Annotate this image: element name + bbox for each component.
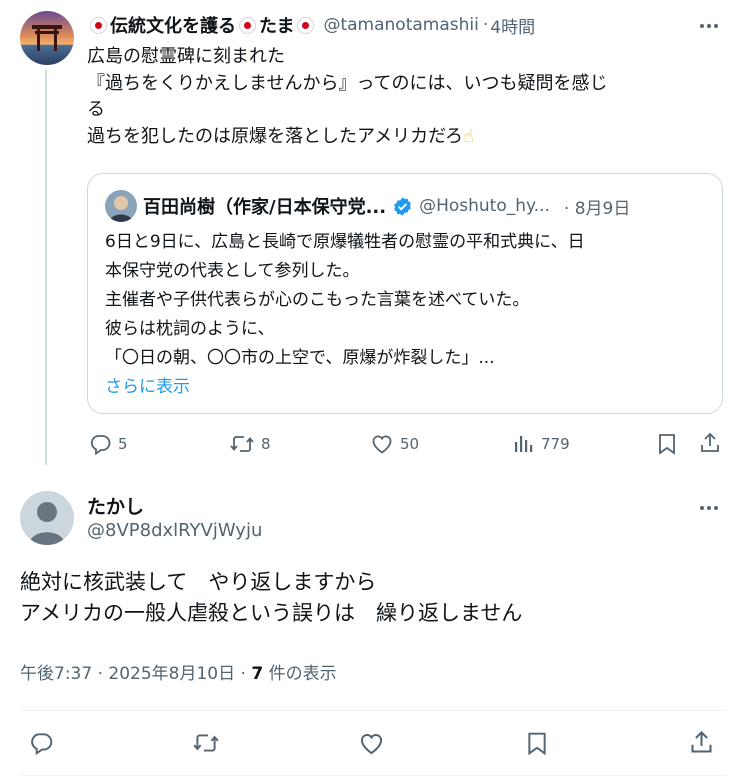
reply-view-count: 7 [251,664,264,684]
like-count: 50 [400,435,420,453]
tweet-text-line: る [87,99,105,120]
quote-date[interactable]: · 8月9日 [564,194,630,219]
repost-button[interactable]: 8 [229,432,271,456]
reply-time[interactable]: 午後7:37 [20,664,92,684]
parent-time[interactable]: 4時間 [490,13,535,38]
quote-text-line: 彼らは枕詞のように、 [105,319,275,339]
reply-handle[interactable]: @8VP8dxlRYVjWyju [87,520,262,541]
pointing-up-emoji: ☝ [463,125,474,147]
reply-date[interactable]: 2025年8月10日 [108,664,235,684]
reply-tweet-text: 絶対に核武装して やり返しますからアメリカの一般人虐殺という誤りは 繰り返しませ… [20,567,522,629]
reply-icon [88,432,112,456]
tweet-text-line: 絶対に核武装して やり返しますから [20,570,377,594]
views-icon [513,432,535,456]
divider [20,710,726,711]
parent-header: 伝統文化を護る たま @tamanotamashii · 4時間 [87,12,535,38]
reply-display-name[interactable]: たかし [87,492,144,519]
parent-avatar[interactable] [20,11,74,65]
tweet-text-line: アメリカの一般人虐殺という誤りは 繰り返しません [20,601,523,625]
tweet-text-line: 過ちを犯したのは原爆を落としたアメリカだろ [87,125,464,147]
parent-tweet-text: 広島の慰霊碑に刻まれた 『過ちをくりかえしませんから』ってのには、いつも疑問を感… [87,44,717,150]
tweet-text-line: 広島の慰霊碑に刻まれた [87,46,285,67]
views-button[interactable]: 779 [513,432,570,456]
share-icon[interactable] [688,729,715,756]
quote-text-line: 6日と9日に、広島と長崎で原爆犠牲者の慰霊の平和式典に、日 [105,232,585,252]
tweet-text-line-with-emoji: 過ちを犯したのは原爆を落としたアメリカだろ☝ [87,124,717,151]
reply-meta: 午後7:37 · 2025年8月10日 · 7 件の表示 [20,664,337,684]
reply-view-label: 件の表示 [268,664,337,684]
separator-dot: · [482,15,489,35]
divider [20,775,726,776]
repost-icon [229,432,255,456]
japan-flag-icon [239,16,256,34]
like-icon [370,432,394,456]
view-count: 779 [541,435,570,453]
more-icon[interactable] [697,496,721,520]
repost-count: 8 [261,435,271,453]
repost-icon[interactable] [192,730,220,756]
quote-text-line: 本保守党の代表として参列した。 [105,261,360,281]
quote-handle[interactable]: @Hoshuto_hy... [419,196,550,216]
show-more-link[interactable]: さらに表示 [105,373,715,402]
quote-header: 百田尚樹（作家/日本保守党... @Hoshuto_hy... · 8月9日 [143,192,630,220]
quote-avatar[interactable] [105,190,137,222]
japan-flag-icon [90,16,107,34]
reply-icon[interactable] [28,730,54,756]
quoted-tweet-card[interactable]: 百田尚樹（作家/日本保守党... @Hoshuto_hy... · 8月9日 6… [87,173,723,414]
verified-icon [392,196,413,217]
reply-button[interactable]: 5 [88,432,128,456]
quote-date-value: 8月9日 [574,198,631,219]
bookmark-icon[interactable] [525,730,549,757]
reply-count: 5 [118,435,128,453]
parent-display-name[interactable]: 伝統文化を護る [110,12,236,38]
parent-handle[interactable]: @tamanotamashii [323,15,478,35]
reply-avatar[interactable] [20,491,74,545]
tweet-text-line: 『過ちをくりかえしませんから』ってのには、いつも疑問を感じ [87,72,608,94]
bookmark-icon[interactable] [656,432,678,456]
thread-line [45,70,47,465]
parent-display-name-suffix[interactable]: たま [259,12,294,38]
share-icon[interactable] [698,431,722,455]
quote-text-line: 「〇日の朝、〇〇市の上空で、原爆が炸裂した」... [105,348,495,368]
quote-text-line: 主催者や子供代表らが心のこもった言葉を述べていた。 [105,290,530,310]
japan-flag-icon [297,16,315,34]
like-button[interactable]: 50 [370,432,419,456]
quote-text: 6日と9日に、広島と長崎で原爆犠牲者の慰霊の平和式典に、日 本保守党の代表として… [105,228,715,402]
like-icon[interactable] [358,730,385,757]
more-icon[interactable] [697,14,721,38]
quote-display-name[interactable]: 百田尚樹（作家/日本保守党... [143,193,386,219]
